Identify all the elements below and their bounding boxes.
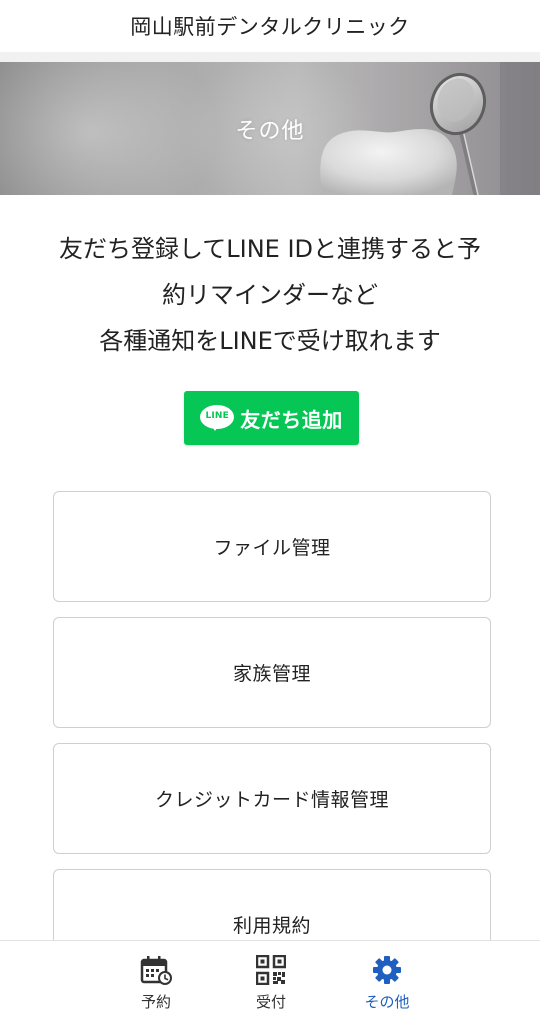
settings-menu: ファイル管理 家族管理 クレジットカード情報管理 利用規約 [53, 491, 491, 995]
clinic-name: 岡山駅前デンタルクリニック [130, 15, 410, 39]
menu-item-label: クレジットカード情報管理 [154, 789, 389, 811]
nav-item-other[interactable]: その他 [347, 955, 427, 1012]
qr-code-icon [255, 955, 287, 985]
intro-line: 約リマインダーなど [162, 281, 378, 309]
line-intro-text: 友だち登録してLINE IDと連携すると予 約リマインダーなど 各種通知をLIN… [20, 226, 520, 364]
intro-line: 各種通知をLINEで受け取れます [99, 327, 441, 355]
calendar-clock-icon [140, 955, 172, 985]
menu-item-family-management[interactable]: 家族管理 [53, 617, 491, 728]
hero-banner: その他 [0, 62, 540, 195]
line-logo-text: LINE [205, 411, 230, 421]
line-logo-icon: LINE [200, 405, 235, 431]
nav-item-reception[interactable]: 受付 [231, 955, 311, 1012]
nav-item-reservation[interactable]: 予約 [116, 955, 196, 1012]
line-add-friend-button[interactable]: LINE 友だち追加 [184, 391, 359, 445]
nav-label: その他 [364, 993, 410, 1011]
nav-label: 予約 [140, 993, 171, 1011]
bottom-nav: 予約 受付 その他 [0, 940, 540, 1024]
line-add-friend-label: 友だち追加 [240, 407, 343, 432]
menu-item-label: 家族管理 [232, 663, 311, 685]
app-header: 岡山駅前デンタルクリニック [0, 0, 540, 52]
page-title: その他 [235, 118, 305, 144]
menu-item-label: 利用規約 [232, 915, 311, 937]
menu-item-label: ファイル管理 [213, 537, 331, 559]
intro-line: 友だち登録してLINE IDと連携すると予 [58, 235, 482, 263]
header-divider [0, 52, 540, 62]
nav-label: 受付 [255, 993, 286, 1011]
menu-item-credit-card-management[interactable]: クレジットカード情報管理 [53, 743, 491, 854]
menu-item-file-management[interactable]: ファイル管理 [53, 491, 491, 602]
gear-icon [371, 955, 403, 985]
line-logo-tail [211, 425, 220, 431]
